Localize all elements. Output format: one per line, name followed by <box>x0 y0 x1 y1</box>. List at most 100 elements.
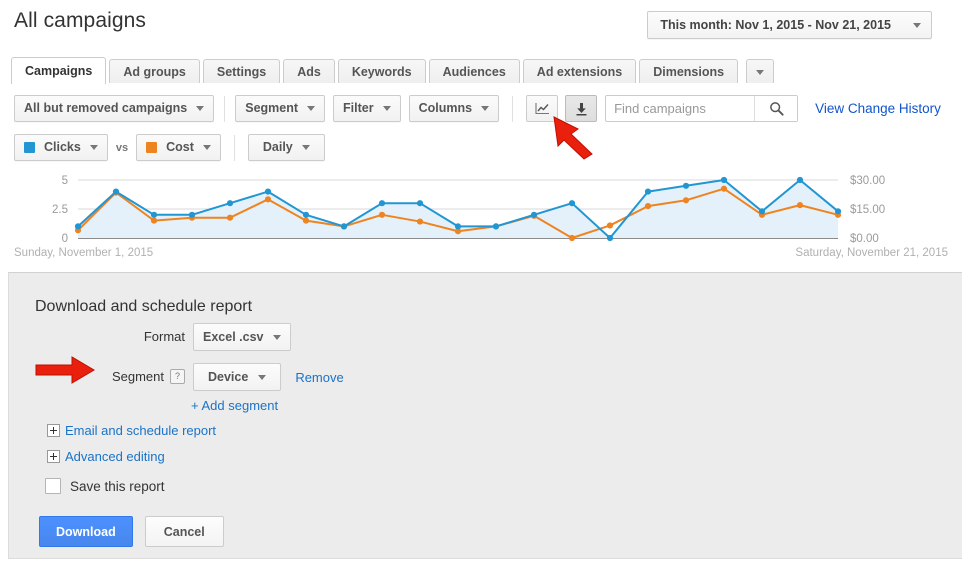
expand-plus-icon[interactable] <box>47 424 60 437</box>
chart-x-start-label: Sunday, November 1, 2015 <box>14 247 153 259</box>
chart-left-tick: 0 <box>62 233 68 245</box>
format-dropdown-wrap: Excel .csv <box>193 323 291 351</box>
campaign-filter-label: All but removed campaigns <box>24 96 187 121</box>
tabs-list: Campaigns Ad groups Settings Ads KeywordsAud… <box>11 57 774 84</box>
toolbar: All but removed campaigns Segment Filter… <box>0 83 962 166</box>
tab-settings[interactable]: Settings <box>203 59 280 84</box>
add-segment-wrap: + Add segment <box>191 398 278 413</box>
advanced-editing-link[interactable]: Advanced editing <box>65 449 165 464</box>
metric-primary-dropdown[interactable]: Clicks <box>14 134 108 161</box>
segment-dropdown[interactable]: Segment <box>235 95 325 122</box>
tab-keywords[interactable]: Keywords <box>338 59 426 84</box>
format-value: Excel .csv <box>203 324 263 350</box>
metric-secondary-dropdown[interactable]: Cost <box>136 134 221 161</box>
clicks-series-point <box>75 223 81 229</box>
chevron-down-icon <box>481 106 489 111</box>
panel-title: Download and schedule report <box>35 298 252 316</box>
format-dropdown[interactable]: Excel .csv <box>193 323 291 351</box>
clicks-series-point <box>417 200 423 206</box>
date-range-selector[interactable]: This month: Nov 1, 2015 - Nov 21, 2015 <box>647 11 932 39</box>
tab-ad-extensions[interactable]: Ad extensions <box>523 59 636 84</box>
tab-ad-groups[interactable]: Ad groups <box>109 59 200 84</box>
adwords-all-campaigns-page: All campaigns This month: Nov 1, 2015 - … <box>0 0 962 571</box>
remove-segment-link[interactable]: Remove <box>295 370 343 385</box>
performance-chart[interactable]: 02.55$0.00$15.00$30.00Sunday, November 1… <box>0 166 962 266</box>
clicks-series-point <box>151 212 157 218</box>
download-report-button[interactable] <box>565 95 597 122</box>
save-report-checkbox[interactable] <box>45 478 61 494</box>
campaign-filter-dropdown[interactable]: All but removed campaigns <box>14 95 214 122</box>
expand-plus-icon[interactable] <box>47 450 60 463</box>
advanced-editing-expander-row[interactable]: Advanced editing <box>47 449 165 464</box>
granularity-dropdown[interactable]: Daily <box>248 134 325 161</box>
help-icon[interactable]: ? <box>170 369 185 384</box>
tabs-overflow-button[interactable] <box>746 59 774 84</box>
line-chart-icon <box>535 102 550 115</box>
cost-series-point <box>797 202 803 208</box>
tab-ads[interactable]: Ads <box>283 59 335 84</box>
filter-dropdown[interactable]: Filter <box>333 95 401 122</box>
tab-dimensions[interactable]: Dimensions <box>639 59 738 84</box>
tab-campaigns[interactable]: Campaigns <box>11 57 106 84</box>
clicks-series-point <box>455 223 461 229</box>
cost-series-point <box>303 218 309 224</box>
metric-secondary-label: Cost <box>166 135 194 160</box>
segment-label-wrap: Segment ? <box>35 369 185 384</box>
search-campaigns-box[interactable] <box>605 95 798 122</box>
tab-label: Settings <box>217 65 266 79</box>
format-label: Format <box>144 329 185 344</box>
download-icon <box>575 102 588 116</box>
toolbar-row-metrics: Clicks vs Cost Daily <box>14 134 325 161</box>
cost-series-point <box>379 212 385 218</box>
toolbar-divider <box>512 96 513 122</box>
cost-series-point <box>721 186 727 192</box>
clicks-series-point <box>493 223 499 229</box>
tab-label: Ad extensions <box>537 65 622 79</box>
download-schedule-panel: Download and schedule report Format Exce… <box>8 272 962 559</box>
cost-series-point <box>417 218 423 224</box>
clicks-series-point <box>113 189 119 195</box>
view-change-history-link[interactable]: View Change History <box>815 101 941 116</box>
segment-label: Segment <box>112 369 164 384</box>
chart-canvas: 02.55$0.00$15.00$30.00Sunday, November 1… <box>0 166 962 266</box>
chevron-down-icon <box>307 106 315 111</box>
clicks-series-point <box>683 183 689 189</box>
chart-right-tick: $30.00 <box>850 175 885 187</box>
clicks-series-point <box>569 200 575 206</box>
search-input[interactable] <box>606 97 754 120</box>
chevron-down-icon <box>756 70 764 75</box>
cancel-button[interactable]: Cancel <box>145 516 224 547</box>
vs-label: vs <box>116 142 128 154</box>
page-title: All campaigns <box>14 9 146 33</box>
tab-label: Ads <box>297 65 321 79</box>
save-report-row[interactable]: Save this report <box>45 478 165 494</box>
panel-actions: Download Cancel <box>39 516 224 547</box>
cost-series-point <box>265 196 271 202</box>
email-schedule-link[interactable]: Email and schedule report <box>65 423 216 438</box>
tab-label: Ad groups <box>123 65 186 79</box>
cost-series-point <box>227 215 233 221</box>
search-button[interactable] <box>754 96 797 121</box>
filter-label: Filter <box>343 96 374 121</box>
download-button[interactable]: Download <box>39 516 133 547</box>
add-segment-link[interactable]: + Add segment <box>191 398 278 413</box>
clicks-series-point <box>835 208 841 214</box>
cost-color-swatch <box>146 142 157 153</box>
email-schedule-expander-row[interactable]: Email and schedule report <box>47 423 216 438</box>
chart-right-tick: $15.00 <box>850 204 885 216</box>
cost-series-point <box>151 218 157 224</box>
columns-dropdown[interactable]: Columns <box>409 95 499 122</box>
clicks-series-point <box>607 235 613 241</box>
tab-audiences[interactable]: Audiences <box>429 59 520 84</box>
clicks-series-point <box>797 177 803 183</box>
cost-series-point <box>607 222 613 228</box>
chart-toggle-button[interactable] <box>526 95 558 122</box>
date-range-label: This month: Nov 1, 2015 - Nov 21, 2015 <box>660 12 891 38</box>
granularity-label: Daily <box>263 135 293 160</box>
segment-dropdown-wrap: Device Remove <box>193 363 344 391</box>
chevron-down-icon <box>383 106 391 111</box>
metric-primary-label: Clicks <box>44 135 81 160</box>
search-icon <box>769 101 784 116</box>
chart-left-tick: 5 <box>62 175 68 187</box>
segment-dropdown[interactable]: Device <box>193 363 281 391</box>
